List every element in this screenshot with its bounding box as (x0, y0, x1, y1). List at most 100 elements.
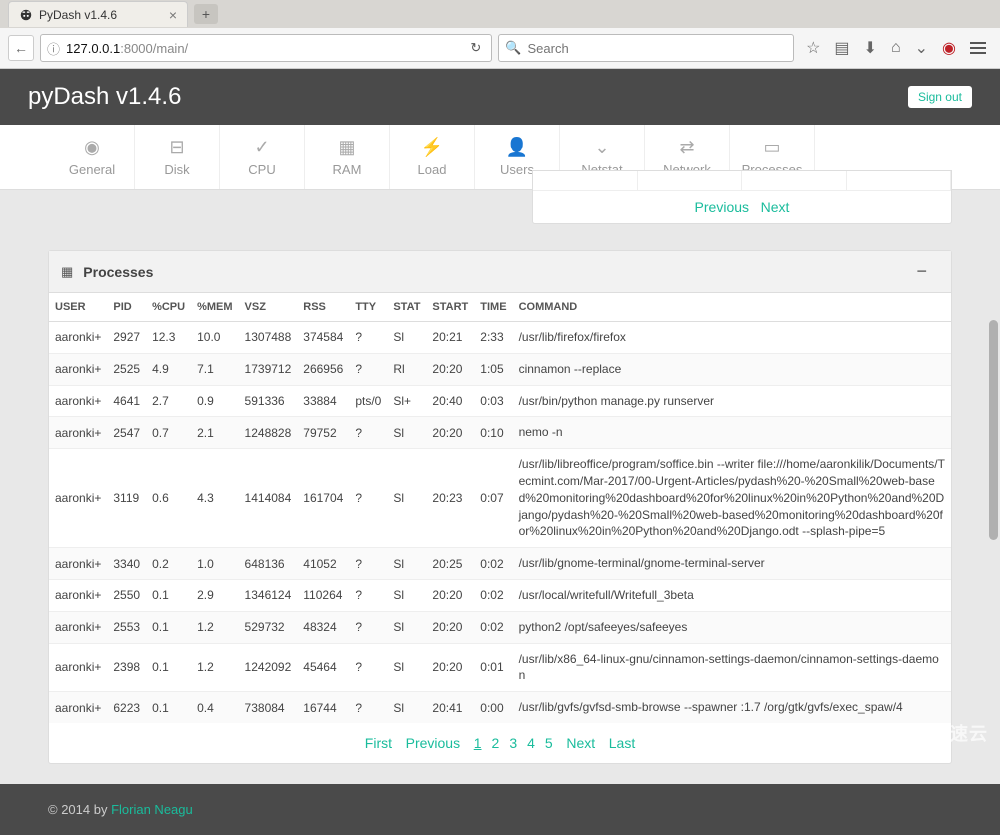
cell-rss: 161704 (297, 449, 349, 548)
footer-author-link[interactable]: Florian Neagu (111, 802, 193, 817)
cell-vsz: 1242092 (239, 643, 298, 692)
cell-cpu: 0.1 (146, 692, 191, 723)
cell-pid: 4641 (107, 385, 146, 417)
pager-page[interactable]: 1 (474, 735, 482, 751)
cell-cpu: 0.1 (146, 611, 191, 643)
pinterest-icon[interactable]: ◉ (942, 38, 956, 58)
cell-start: 20:20 (426, 611, 474, 643)
browser-tab[interactable]: PyDash v1.4.6 × (8, 1, 188, 27)
table-row: aaronki+23980.11.2124209245464?Sl20:200:… (49, 643, 951, 692)
new-tab-button[interactable]: + (194, 4, 218, 24)
info-icon[interactable]: ⓘ (47, 39, 60, 58)
collapse-icon[interactable]: − (916, 261, 939, 282)
cell-start: 20:20 (426, 579, 474, 611)
signout-button[interactable]: Sign out (908, 86, 972, 108)
browser-chrome: PyDash v1.4.6 × + ← ⓘ 127.0.0.1:8000/mai… (0, 0, 1000, 69)
cell-tty: ? (349, 449, 387, 548)
nav-cpu[interactable]: ✓CPU (220, 125, 305, 189)
prev-link[interactable]: Previous (695, 199, 749, 215)
cell-pid: 2550 (107, 579, 146, 611)
cell-cmd: /usr/bin/python manage.py runserver (513, 385, 951, 417)
clipboard-icon[interactable]: ▤ (834, 38, 849, 58)
menu-icon[interactable] (970, 42, 986, 54)
pager-page[interactable]: 5 (545, 735, 553, 751)
nav-bar: ← ⓘ 127.0.0.1:8000/main/ ↻ 🔍 ☆ ▤ ⬇ ⌂ ⌄ ◉ (0, 28, 1000, 68)
search-input[interactable] (528, 41, 788, 56)
cell-stat: Sl+ (387, 385, 426, 417)
cell-user: aaronki+ (49, 692, 107, 723)
close-icon[interactable]: × (169, 7, 177, 23)
cell-stat: Sl (387, 611, 426, 643)
cell-stat: Sl (387, 579, 426, 611)
cell-rss: 45464 (297, 643, 349, 692)
pager-last[interactable]: Last (609, 735, 635, 751)
content: ▦ Processes − USERPID%CPU%MEMVSZRSSTTYST… (0, 190, 1000, 784)
table-icon: ▦ (61, 264, 73, 280)
table-row: aaronki+62230.10.473808416744?Sl20:410:0… (49, 692, 951, 723)
cell-vsz: 1346124 (239, 579, 298, 611)
nav-load[interactable]: ⚡Load (390, 125, 475, 189)
cell-start: 20:40 (426, 385, 474, 417)
cell-time: 0:00 (474, 692, 512, 723)
cell-user: aaronki+ (49, 353, 107, 385)
pager-prev[interactable]: Previous (406, 735, 460, 751)
cell-user: aaronki+ (49, 611, 107, 643)
cell-cpu: 0.7 (146, 417, 191, 449)
nav-ram[interactable]: ▦RAM (305, 125, 390, 189)
cell-start: 20:23 (426, 449, 474, 548)
pager-page[interactable]: 3 (509, 735, 517, 751)
cell-cpu: 0.2 (146, 548, 191, 580)
cell-cmd: /usr/lib/gnome-terminal/gnome-terminal-s… (513, 548, 951, 580)
cell-cpu: 12.3 (146, 322, 191, 354)
refresh-icon[interactable]: ↻ (466, 40, 485, 56)
cell-time: 2:33 (474, 322, 512, 354)
panel-header: ▦ Processes − (49, 251, 951, 293)
pager-first[interactable]: First (365, 735, 392, 751)
cell-stat: Sl (387, 417, 426, 449)
cell-pid: 6223 (107, 692, 146, 723)
top-panel-fragment: Previous Next (532, 170, 952, 224)
transfer-icon: ⇄ (645, 137, 729, 158)
cell-cpu: 0.1 (146, 579, 191, 611)
app-title: pyDash v1.4.6 (28, 83, 181, 111)
nav-disk[interactable]: ⊟Disk (135, 125, 220, 189)
home-icon[interactable]: ⌂ (891, 39, 901, 57)
cell-user: aaronki+ (49, 417, 107, 449)
cell-vsz: 591336 (239, 385, 298, 417)
downloads-icon[interactable]: ⬇ (864, 38, 877, 58)
tab-title: PyDash v1.4.6 (39, 8, 117, 22)
cell-rss: 110264 (297, 579, 349, 611)
cell-time: 1:05 (474, 353, 512, 385)
cell-cmd: /usr/lib/firefox/firefox (513, 322, 951, 354)
nav-general[interactable]: ◉General (50, 125, 135, 189)
table-row: aaronki+25500.12.91346124110264?Sl20:200… (49, 579, 951, 611)
url-text: 127.0.0.1:8000/main/ (66, 41, 466, 56)
cell-time: 0:02 (474, 548, 512, 580)
cell-cmd: cinnamon --replace (513, 353, 951, 385)
cell-mem: 0.4 (191, 692, 238, 723)
search-bar[interactable]: 🔍 (498, 34, 794, 62)
app-header: pyDash v1.4.6 Sign out (0, 69, 1000, 125)
dashboard-icon: ◉ (50, 137, 134, 158)
pager-page[interactable]: 4 (527, 735, 535, 751)
scrollbar[interactable] (989, 320, 998, 540)
pocket-icon[interactable]: ⌄ (915, 38, 928, 58)
address-bar[interactable]: ⓘ 127.0.0.1:8000/main/ ↻ (40, 34, 492, 62)
next-link[interactable]: Next (761, 199, 790, 215)
column-header: START (426, 293, 474, 322)
pager-page[interactable]: 2 (492, 735, 500, 751)
watermark: 亿速云 (901, 720, 988, 747)
cell-time: 0:07 (474, 449, 512, 548)
cell-mem: 10.0 (191, 322, 238, 354)
bookmark-star-icon[interactable]: ☆ (806, 38, 820, 58)
cell-stat: Sl (387, 548, 426, 580)
cell-rss: 374584 (297, 322, 349, 354)
column-header: TIME (474, 293, 512, 322)
cell-start: 20:41 (426, 692, 474, 723)
table-row: aaronki+33400.21.064813641052?Sl20:250:0… (49, 548, 951, 580)
back-button[interactable]: ← (8, 35, 34, 61)
cell-tty: ? (349, 579, 387, 611)
cell-cpu: 0.1 (146, 643, 191, 692)
disk-icon: ⊟ (135, 137, 219, 158)
pager-next[interactable]: Next (566, 735, 595, 751)
